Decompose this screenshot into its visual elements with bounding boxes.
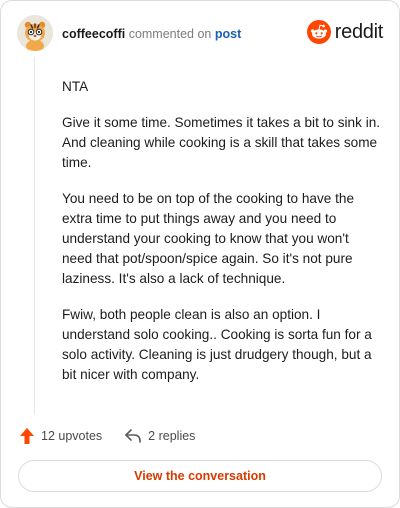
tiger-avatar-icon[interactable] [17, 15, 53, 51]
reddit-logo[interactable]: reddit [306, 20, 384, 44]
action-text: commented on [128, 27, 212, 41]
comment-paragraph: You need to be on top of the cooking to … [62, 191, 354, 286]
comment-actions: 12 upvotes 2 replies [19, 425, 217, 447]
comment-embed-card: coffeecoffi commented on post reddit NTA… [0, 0, 400, 508]
reply-arrow-icon [125, 429, 141, 443]
reply-button[interactable]: 2 replies [124, 428, 195, 444]
thread-line [34, 57, 35, 415]
upvote-count: 12 upvotes [41, 429, 103, 443]
reddit-wordmark: reddit [334, 20, 384, 43]
comment-paragraph: Give it some time. Sometimes it takes a … [62, 115, 381, 170]
reddit-snoo-icon [306, 20, 331, 44]
comment-header: coffeecoffi commented on post reddit [17, 15, 383, 55]
comment-paragraph: NTA [62, 79, 89, 94]
view-conversation-button[interactable]: View the conversation [18, 460, 382, 492]
comment-body: NTA Give it some time. Sometimes it take… [62, 77, 382, 401]
username-link[interactable]: coffeecoffi [62, 27, 125, 41]
reply-count: 2 replies [148, 429, 196, 443]
comment-meta: coffeecoffi commented on post [62, 26, 241, 42]
comment-paragraph: Fwiw, both people clean is also an optio… [62, 307, 372, 382]
post-link[interactable]: post [215, 27, 241, 41]
upvote-arrow-icon [20, 428, 34, 444]
upvote-button[interactable]: 12 upvotes [19, 427, 102, 445]
